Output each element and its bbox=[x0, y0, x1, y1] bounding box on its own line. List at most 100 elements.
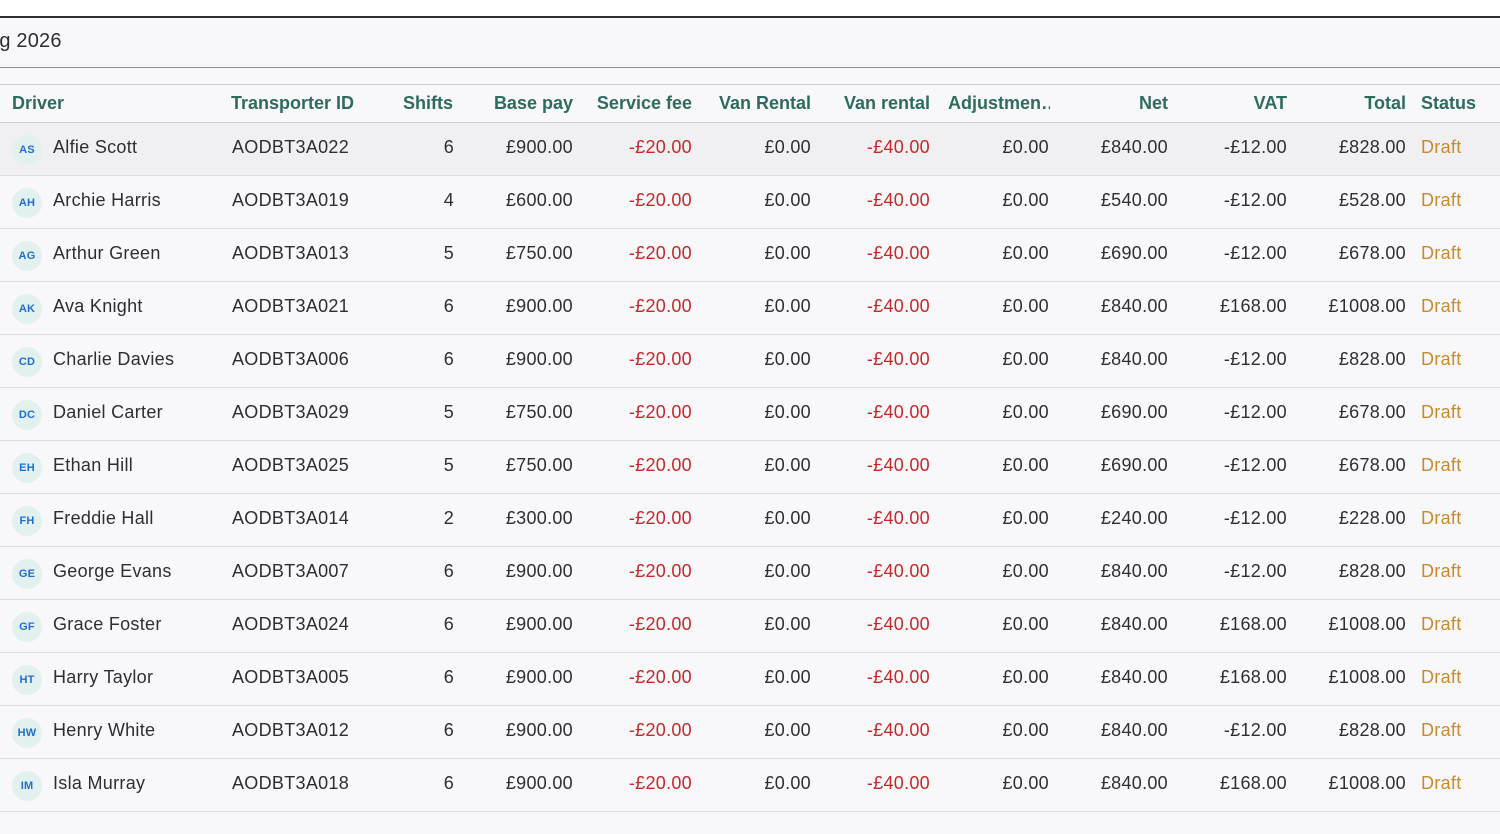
status-badge[interactable]: Draft bbox=[1421, 402, 1462, 423]
column-header-vat[interactable]: VAT bbox=[1190, 93, 1287, 114]
column-header-status[interactable]: Status bbox=[1421, 93, 1476, 114]
driver-name-cell[interactable]: Grace Foster bbox=[53, 614, 162, 635]
table-row[interactable]: GE George Evans AODBT3A007 6 £900.00 -£20.00 £… bbox=[0, 547, 1500, 600]
table-row[interactable]: FH Freddie Hall AODBT3A014 2 £300.00 -£20.00 £… bbox=[0, 494, 1500, 547]
driver-name-cell[interactable]: Daniel Carter bbox=[53, 402, 163, 423]
status-badge[interactable]: Draft bbox=[1421, 720, 1462, 741]
transporter-id-cell: AODBT3A013 bbox=[232, 243, 350, 263]
status-badge[interactable]: Draft bbox=[1421, 667, 1462, 688]
service-fee-cell: -£20.00 bbox=[628, 402, 692, 422]
column-header-van-rental[interactable]: Van Rental bbox=[710, 93, 811, 114]
status-badge[interactable]: Draft bbox=[1421, 455, 1462, 476]
adjustments-cell: £0.00 bbox=[1002, 349, 1049, 369]
driver-name-cell[interactable]: Freddie Hall bbox=[53, 508, 154, 529]
driver-name-cell[interactable]: Ethan Hill bbox=[53, 455, 133, 476]
table-row[interactable]: AK Ava Knight AODBT3A021 6 £900.00 -£20.00 £0.… bbox=[0, 282, 1500, 335]
driver-name-cell[interactable]: Henry White bbox=[53, 720, 155, 741]
status-badge[interactable]: Draft bbox=[1421, 349, 1462, 370]
status-badge[interactable]: Draft bbox=[1421, 190, 1462, 211]
shifts-cell: 6 bbox=[443, 773, 454, 793]
table-row[interactable]: DC Daniel Carter AODBT3A029 5 £750.00 -£20.00… bbox=[0, 388, 1500, 441]
driver-name-cell[interactable]: Ava Knight bbox=[53, 296, 143, 317]
vat-cell: -£12.00 bbox=[1223, 720, 1287, 740]
column-header-service-fee[interactable]: Service fee bbox=[590, 93, 692, 114]
status-badge[interactable]: Draft bbox=[1421, 561, 1462, 582]
status-badge[interactable]: Draft bbox=[1421, 773, 1462, 794]
table-row[interactable]: AH Archie Harris AODBT3A019 4 £600.00 -£20.00… bbox=[0, 176, 1500, 229]
base-pay-cell: £750.00 bbox=[505, 402, 573, 422]
service-fee-cell: -£20.00 bbox=[628, 455, 692, 475]
column-header-driver[interactable]: Driver bbox=[12, 93, 64, 114]
avatar: HW bbox=[12, 718, 42, 748]
table-row[interactable]: AG Arthur Green AODBT3A013 5 £750.00 -£20.00 £… bbox=[0, 229, 1500, 282]
status-badge[interactable]: Draft bbox=[1421, 243, 1462, 264]
shifts-cell: 6 bbox=[443, 137, 454, 157]
table-row[interactable]: CD Charlie Davies AODBT3A006 6 £900.00 -£20.0… bbox=[0, 335, 1500, 388]
driver-name-cell[interactable]: Alfie Scott bbox=[53, 137, 137, 158]
total-cell: £828.00 bbox=[1338, 349, 1406, 369]
column-header-total[interactable]: Total bbox=[1310, 93, 1406, 114]
top-bar bbox=[0, 0, 1500, 18]
van-rental-cell: £0.00 bbox=[764, 720, 811, 740]
column-header-transporter-id[interactable]: Transporter ID bbox=[231, 93, 354, 114]
driver-name-cell[interactable]: Harry Taylor bbox=[53, 667, 153, 688]
van-rental-cell: £0.00 bbox=[764, 455, 811, 475]
base-pay-cell: £300.00 bbox=[505, 508, 573, 528]
van-rental-cell: £0.00 bbox=[764, 508, 811, 528]
column-header-adjustments[interactable]: Adjustmen… bbox=[948, 93, 1050, 114]
driver-name-cell[interactable]: Charlie Davies bbox=[53, 349, 174, 370]
van-rental-cell: £0.00 bbox=[764, 773, 811, 793]
van-rental-2-cell: -£40.00 bbox=[866, 243, 930, 263]
base-pay-cell: £900.00 bbox=[505, 137, 573, 157]
transporter-id-cell: AODBT3A029 bbox=[232, 402, 350, 422]
net-cell: £840.00 bbox=[1100, 614, 1168, 634]
service-fee-cell: -£20.00 bbox=[628, 773, 692, 793]
vat-cell: -£12.00 bbox=[1223, 137, 1287, 157]
adjustments-cell: £0.00 bbox=[1002, 720, 1049, 740]
avatar: AK bbox=[12, 294, 42, 324]
status-badge[interactable]: Draft bbox=[1421, 508, 1462, 529]
total-cell: £528.00 bbox=[1338, 190, 1406, 210]
vat-cell: £168.00 bbox=[1219, 667, 1287, 687]
table-row[interactable]: EH Ethan Hill AODBT3A025 5 £750.00 -£20.00 £0.… bbox=[0, 441, 1500, 494]
table-row[interactable]: HW Henry White AODBT3A012 6 £900.00 -£20.00 £0… bbox=[0, 706, 1500, 759]
service-fee-cell: -£20.00 bbox=[628, 667, 692, 687]
driver-name-cell[interactable]: Isla Murray bbox=[53, 773, 145, 794]
adjustments-cell: £0.00 bbox=[1002, 455, 1049, 475]
van-rental-2-cell: -£40.00 bbox=[866, 720, 930, 740]
adjustments-cell: £0.00 bbox=[1002, 773, 1049, 793]
driver-name-cell[interactable]: George Evans bbox=[53, 561, 172, 582]
total-cell: £678.00 bbox=[1338, 455, 1406, 475]
period-selector[interactable]: ug 2026 bbox=[0, 18, 1500, 68]
status-badge[interactable]: Draft bbox=[1421, 614, 1462, 635]
base-pay-cell: £750.00 bbox=[505, 455, 573, 475]
vat-cell: -£12.00 bbox=[1223, 190, 1287, 210]
driver-name-cell[interactable]: Arthur Green bbox=[53, 243, 161, 264]
status-badge[interactable]: Draft bbox=[1421, 296, 1462, 317]
shifts-cell: 6 bbox=[443, 667, 454, 687]
table-row[interactable]: AS Alfie Scott AODBT3A022 6 £900.00 -£20.00 £0… bbox=[0, 123, 1500, 176]
van-rental-cell: £0.00 bbox=[764, 614, 811, 634]
transporter-id-cell: AODBT3A025 bbox=[232, 455, 350, 475]
net-cell: £690.00 bbox=[1100, 402, 1168, 422]
avatar: CD bbox=[12, 347, 42, 377]
driver-name-cell[interactable]: Archie Harris bbox=[53, 190, 161, 211]
adjustments-cell: £0.00 bbox=[1002, 137, 1049, 157]
column-header-van-rental-2[interactable]: Van rental bbox=[830, 93, 930, 114]
avatar: AH bbox=[12, 188, 42, 218]
shifts-cell: 5 bbox=[443, 402, 454, 422]
net-cell: £840.00 bbox=[1100, 561, 1168, 581]
table-row[interactable]: HT Harry Taylor AODBT3A005 6 £900.00 -£20.00 £… bbox=[0, 653, 1500, 706]
net-cell: £840.00 bbox=[1100, 720, 1168, 740]
status-badge[interactable]: Draft bbox=[1421, 137, 1462, 158]
shifts-cell: 6 bbox=[443, 614, 454, 634]
van-rental-2-cell: -£40.00 bbox=[866, 455, 930, 475]
vat-cell: £168.00 bbox=[1219, 296, 1287, 316]
vat-cell: £168.00 bbox=[1219, 614, 1287, 634]
table-row[interactable]: GF Grace Foster AODBT3A024 6 £900.00 -£20.00 £… bbox=[0, 600, 1500, 653]
column-header-base-pay[interactable]: Base pay bbox=[470, 93, 573, 114]
column-header-shifts[interactable]: Shifts bbox=[380, 93, 453, 114]
service-fee-cell: -£20.00 bbox=[628, 614, 692, 634]
table-row[interactable]: IM Isla Murray AODBT3A018 6 £900.00 -£20.00 £0… bbox=[0, 759, 1500, 812]
column-header-net[interactable]: Net bbox=[1070, 93, 1168, 114]
